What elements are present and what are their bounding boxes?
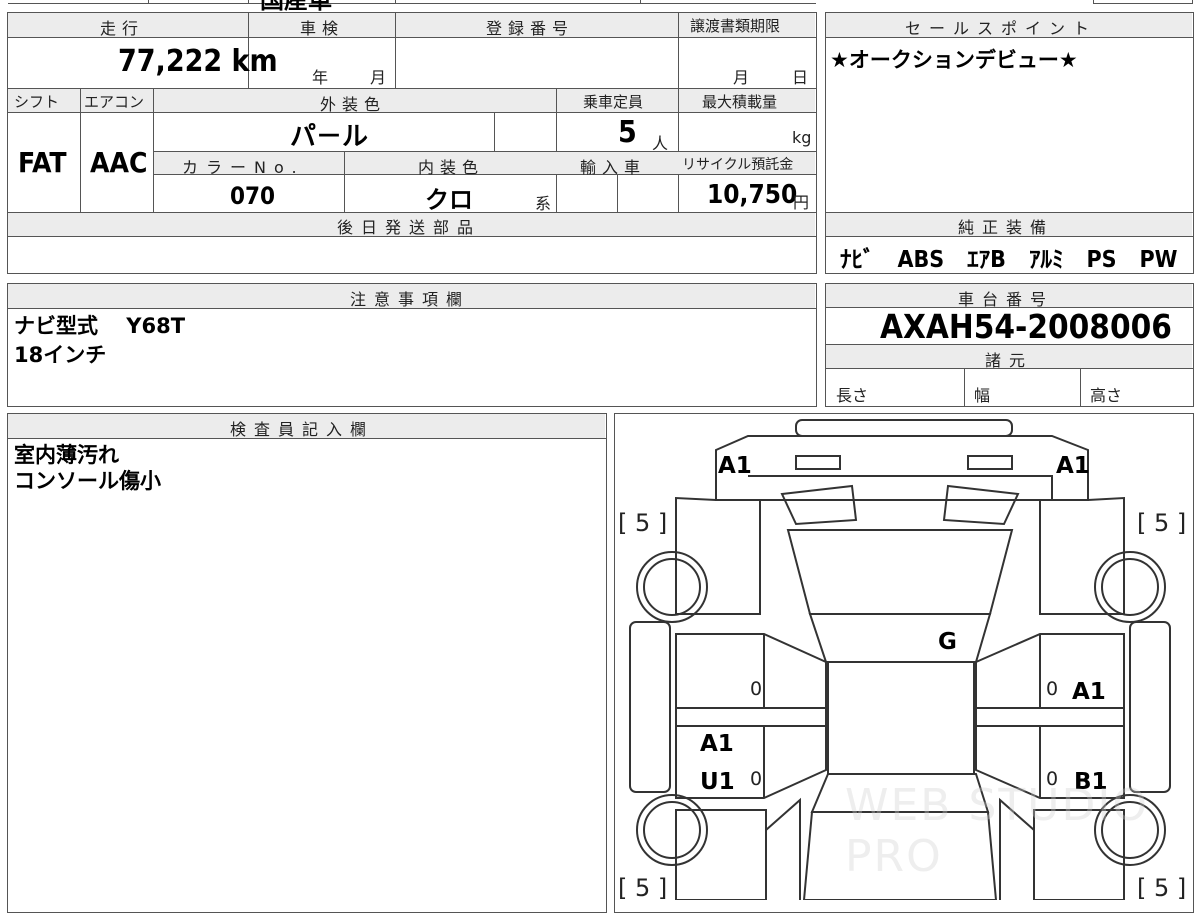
mark-windshield: G — [938, 629, 957, 655]
zero-left-front: 0 — [750, 678, 762, 700]
tire-depth-front-left: [ 5 ] — [618, 509, 667, 537]
mark-left-rear-door-2: U1 — [700, 769, 735, 795]
watermark: WEB STUDIO PRO — [845, 780, 1149, 882]
mark-left-rear-door: A1 — [700, 731, 734, 757]
tire-depth-rear-left: [ 5 ] — [618, 874, 667, 900]
mark-front-right: A1 — [1056, 453, 1090, 479]
zero-left-rear: 0 — [750, 768, 762, 790]
zero-right-front: 0 — [1046, 678, 1058, 700]
damage-marks: A1 A1 G A1 A1 U1 B1 0 0 0 0 — [700, 453, 1108, 795]
mark-right-front-door: A1 — [1072, 679, 1106, 705]
car-damage-diagram: A1 A1 G A1 A1 U1 B1 0 0 0 0 [ 5 ] [ 5 ] … — [618, 419, 1186, 900]
mark-front-left: A1 — [718, 453, 752, 479]
tire-depth-front-right: [ 5 ] — [1137, 509, 1186, 537]
